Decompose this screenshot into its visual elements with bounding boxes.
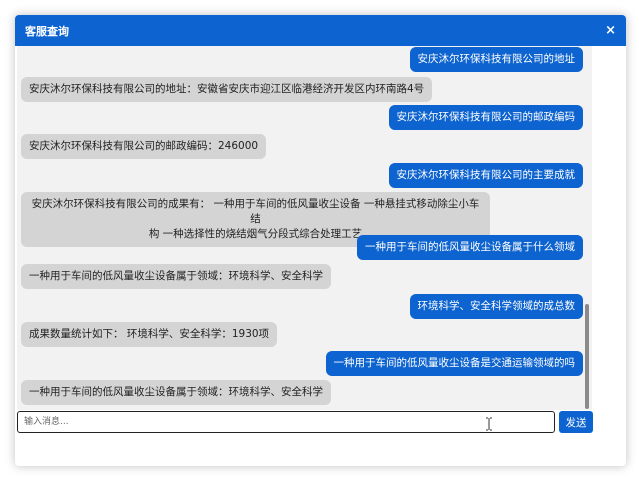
message-input[interactable]: [17, 411, 555, 433]
user-message: 一种用于车间的低风量收尘设备属于什么领域: [357, 235, 583, 260]
bot-message: 一种用于车间的低风量收尘设备属于领域：环境科学、安全科学: [21, 264, 331, 289]
user-message: 一种用于车间的低风量收尘设备是交通运输领域的吗: [325, 351, 583, 376]
chat-history[interactable]: 安庆沐尔环保科技有限公司的地址 安庆沐尔环保科技有限公司的地址：安徽省安庆市迎江…: [17, 46, 592, 410]
user-message: 环境科学、安全科学领域的成总数: [409, 294, 583, 319]
bot-message: 安庆沐尔环保科技有限公司的邮政编码：246000: [21, 134, 267, 159]
close-icon[interactable]: ×: [605, 24, 616, 37]
user-message: 安庆沐尔环保科技有限公司的邮政编码: [388, 105, 583, 130]
bot-message: 成果数量统计如下： 环境科学、安全科学：1930项: [21, 322, 278, 347]
scrollbar-thumb[interactable]: [585, 304, 589, 409]
composer: 发送: [17, 411, 609, 433]
user-message: 安庆沐尔环保科技有限公司的主要成就: [388, 163, 583, 188]
bot-message: 一种用于车间的低风量收尘设备属于领域：环境科学、安全科学: [21, 380, 331, 405]
text-cursor-icon: [486, 417, 492, 431]
bot-message: 安庆沐尔环保科技有限公司的地址：安徽省安庆市迎江区临港经济开发区内环南路4号: [21, 77, 433, 102]
chat-scrollbar[interactable]: [583, 46, 592, 410]
dialog-header: 客服查询 ×: [15, 15, 626, 46]
send-button[interactable]: 发送: [559, 411, 593, 433]
bot-message-line: 安庆沐尔环保科技有限公司的成果有： 一种用于车间的低风量收尘设备 一种悬挂式移动…: [31, 198, 480, 225]
dialog-title: 客服查询: [25, 24, 69, 38]
user-message: 安庆沐尔环保科技有限公司的地址: [409, 47, 583, 72]
